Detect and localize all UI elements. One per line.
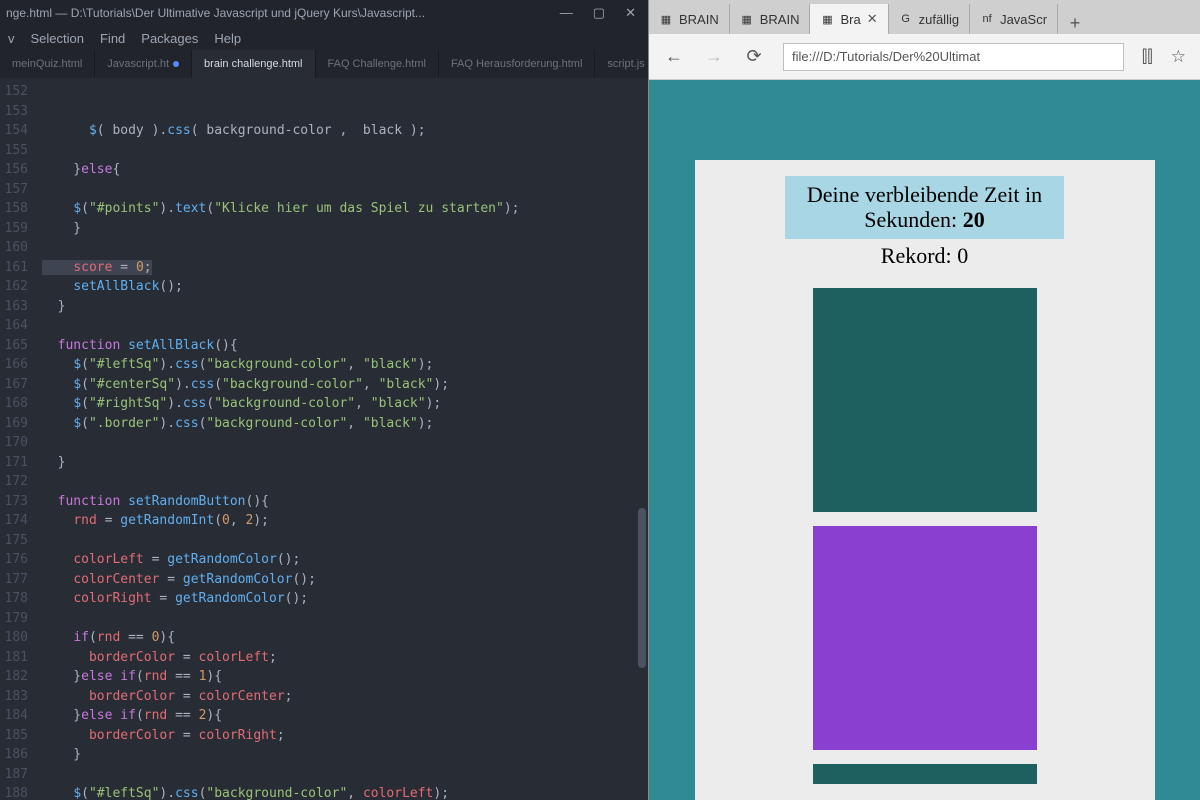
code-line[interactable]: borderColor = colorCenter;	[42, 687, 648, 707]
code-line[interactable]: }	[42, 219, 648, 239]
code-line[interactable]: function setRandomButton(){	[42, 492, 648, 512]
back-icon[interactable]: ←	[663, 46, 685, 67]
code-line[interactable]: rnd = getRandomInt(0, 2);	[42, 511, 648, 531]
code-line[interactable]: function setAllBlack(){	[42, 336, 648, 356]
browser-tab-label: JavaScr	[1000, 12, 1047, 27]
favicon-icon: nf	[980, 12, 994, 26]
code-line[interactable]: }	[42, 453, 648, 473]
favicon-icon: ▦	[659, 12, 673, 26]
favicon-icon: G	[899, 12, 913, 26]
timer-line2: Sekunden: 20	[807, 207, 1042, 232]
editor-tab-bar: meinQuiz.htmlJavascript.htbrain challeng…	[0, 50, 648, 78]
timer-line1: Deine verbleibende Zeit in	[807, 182, 1042, 207]
forward-icon[interactable]: →	[703, 46, 725, 67]
code-line[interactable]: colorLeft = getRandomColor();	[42, 550, 648, 570]
record-label: Rekord: 0	[881, 243, 968, 269]
favicon-icon: ▦	[820, 12, 834, 26]
timer-box: Deine verbleibende Zeit in Sekunden: 20	[785, 176, 1064, 239]
game-page: Deine verbleibende Zeit in Sekunden: 20 …	[695, 160, 1155, 800]
maximize-icon[interactable]: ▢	[593, 5, 605, 21]
line-gutter: 1521531541551561571581591601611621631641…	[0, 78, 34, 800]
browser-tab-label: zufällig	[919, 12, 959, 27]
editor-tab[interactable]: Javascript.ht	[95, 50, 192, 78]
browser-tab[interactable]: Gzufällig	[889, 4, 970, 34]
browser-tab-bar: ▦ BRAIN ▦ BRAIN ▦ Bra ✕ Gzufällig nf JavaScr +	[649, 0, 1200, 34]
code-line[interactable]: colorCenter = getRandomColor();	[42, 570, 648, 590]
window-titlebar[interactable]: nge.html — D:\Tutorials\Der Ultimative J…	[0, 0, 648, 26]
browser-tab[interactable]: ▦ Bra ✕	[810, 4, 888, 34]
code-content[interactable]: $( body ).css( background-color , black …	[34, 78, 648, 800]
new-tab-button[interactable]: +	[1058, 13, 1092, 34]
edge-browser: ▦ BRAIN ▦ BRAIN ▦ Bra ✕ Gzufällig nf JavaScr + ← →…	[648, 0, 1200, 800]
code-line[interactable]	[42, 180, 648, 200]
browser-tab-label: Bra	[840, 12, 860, 27]
tab-close-icon[interactable]: ✕	[867, 11, 878, 27]
code-line[interactable]: setAllBlack();	[42, 277, 648, 297]
code-line[interactable]	[42, 433, 648, 453]
code-line[interactable]: borderColor = colorRight;	[42, 726, 648, 746]
menu-bar[interactable]: v Selection Find Packages Help	[0, 26, 648, 50]
browser-tab[interactable]: nf JavaScr	[970, 4, 1058, 34]
code-line[interactable]: $("#rightSq").css("background-color", "b…	[42, 394, 648, 414]
reading-view-icon[interactable]: ⫿⫿	[1142, 47, 1153, 67]
browser-tab[interactable]: ▦ BRAIN	[730, 4, 811, 34]
browser-tab-label: BRAIN	[679, 12, 719, 27]
code-line[interactable]	[42, 472, 648, 492]
favorite-icon[interactable]: ☆	[1171, 47, 1186, 67]
game-square-top[interactable]	[813, 288, 1037, 512]
code-line[interactable]: }else if(rnd == 2){	[42, 706, 648, 726]
menu-item[interactable]: Help	[214, 31, 241, 46]
code-line[interactable]: $("#centerSq").css("background-color", "…	[42, 375, 648, 395]
code-line[interactable]	[42, 316, 648, 336]
code-line[interactable]	[42, 141, 648, 161]
code-area[interactable]: 1521531541551561571581591601611621631641…	[0, 78, 648, 800]
menu-item[interactable]: Selection	[31, 31, 84, 46]
refresh-icon[interactable]: ⟳	[743, 46, 765, 67]
browser-viewport: Deine verbleibende Zeit in Sekunden: 20 …	[649, 80, 1200, 800]
modified-dot-icon	[173, 61, 179, 67]
code-line[interactable]: $("#points").text("Klicke hier um das Sp…	[42, 199, 648, 219]
code-line[interactable]: }	[42, 745, 648, 765]
atom-editor: nge.html — D:\Tutorials\Der Ultimative J…	[0, 0, 648, 800]
menu-item[interactable]: Packages	[141, 31, 198, 46]
menu-item[interactable]: v	[8, 31, 15, 46]
code-line[interactable]: $("#leftSq").css("background-color", col…	[42, 784, 648, 800]
close-icon[interactable]: ✕	[625, 5, 636, 21]
code-line[interactable]: score = 0;	[42, 258, 648, 278]
code-line[interactable]	[42, 531, 648, 551]
code-line[interactable]: }else if(rnd == 1){	[42, 667, 648, 687]
browser-tab-label: BRAIN	[760, 12, 800, 27]
code-line[interactable]: $( body ).css( background-color , black …	[42, 121, 648, 141]
game-square-bottom[interactable]	[813, 764, 1037, 784]
code-line[interactable]	[42, 609, 648, 629]
window-title: nge.html — D:\Tutorials\Der Ultimative J…	[6, 6, 560, 20]
editor-tab[interactable]: FAQ Herausforderung.html	[439, 50, 595, 78]
code-line[interactable]: }	[42, 297, 648, 317]
code-line[interactable]: $(".border").css("background-color", "bl…	[42, 414, 648, 434]
code-line[interactable]: $("#leftSq").css("background-color", "bl…	[42, 355, 648, 375]
code-line[interactable]: borderColor = colorLeft;	[42, 648, 648, 668]
menu-item[interactable]: Find	[100, 31, 125, 46]
code-line[interactable]: colorRight = getRandomColor();	[42, 589, 648, 609]
favicon-icon: ▦	[740, 12, 754, 26]
browser-tab[interactable]: ▦ BRAIN	[649, 4, 730, 34]
minimize-icon[interactable]: —	[560, 5, 573, 21]
code-line[interactable]	[42, 238, 648, 258]
url-input[interactable]: file:///D:/Tutorials/Der%20Ultimat	[783, 43, 1124, 71]
game-square-middle[interactable]	[813, 526, 1037, 750]
scrollbar-thumb[interactable]	[638, 508, 646, 668]
code-line[interactable]	[42, 765, 648, 785]
code-line[interactable]: if(rnd == 0){	[42, 628, 648, 648]
editor-tab[interactable]: brain challenge.html	[192, 50, 315, 78]
editor-tab[interactable]: FAQ Challenge.html	[316, 50, 439, 78]
code-line[interactable]: }else{	[42, 160, 648, 180]
browser-toolbar: ← → ⟳ file:///D:/Tutorials/Der%20Ultimat…	[649, 34, 1200, 80]
editor-tab[interactable]: meinQuiz.html	[0, 50, 95, 78]
